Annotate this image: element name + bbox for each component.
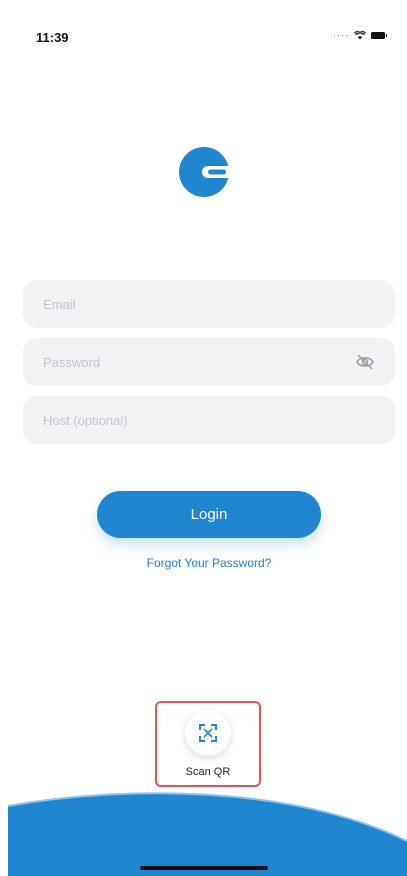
scan-qr-label[interactable]: Scan QR: [155, 766, 261, 778]
forgot-password-link[interactable]: Forgot Your Password?: [0, 556, 407, 570]
email-input[interactable]: [41, 295, 377, 313]
email-field[interactable]: [23, 280, 395, 328]
eye-slash-icon[interactable]: [355, 353, 375, 371]
password-field[interactable]: [23, 338, 395, 386]
host-input[interactable]: [41, 411, 377, 429]
battery-icon: [371, 31, 387, 39]
footer-wave: [7, 792, 407, 876]
qr-scan-icon: [199, 724, 217, 742]
status-time: 11:39: [36, 30, 69, 45]
password-input[interactable]: [41, 353, 377, 371]
status-bar: 11:39 ····: [0, 0, 407, 70]
host-field[interactable]: [23, 396, 395, 444]
login-button[interactable]: Login: [97, 491, 321, 538]
scan-qr-button[interactable]: [185, 710, 231, 756]
home-indicator: [140, 866, 268, 870]
signal-dots: ····: [333, 30, 349, 40]
status-icons: ····: [333, 30, 387, 40]
app-logo-icon: [179, 147, 230, 197]
wifi-icon: [354, 30, 366, 39]
